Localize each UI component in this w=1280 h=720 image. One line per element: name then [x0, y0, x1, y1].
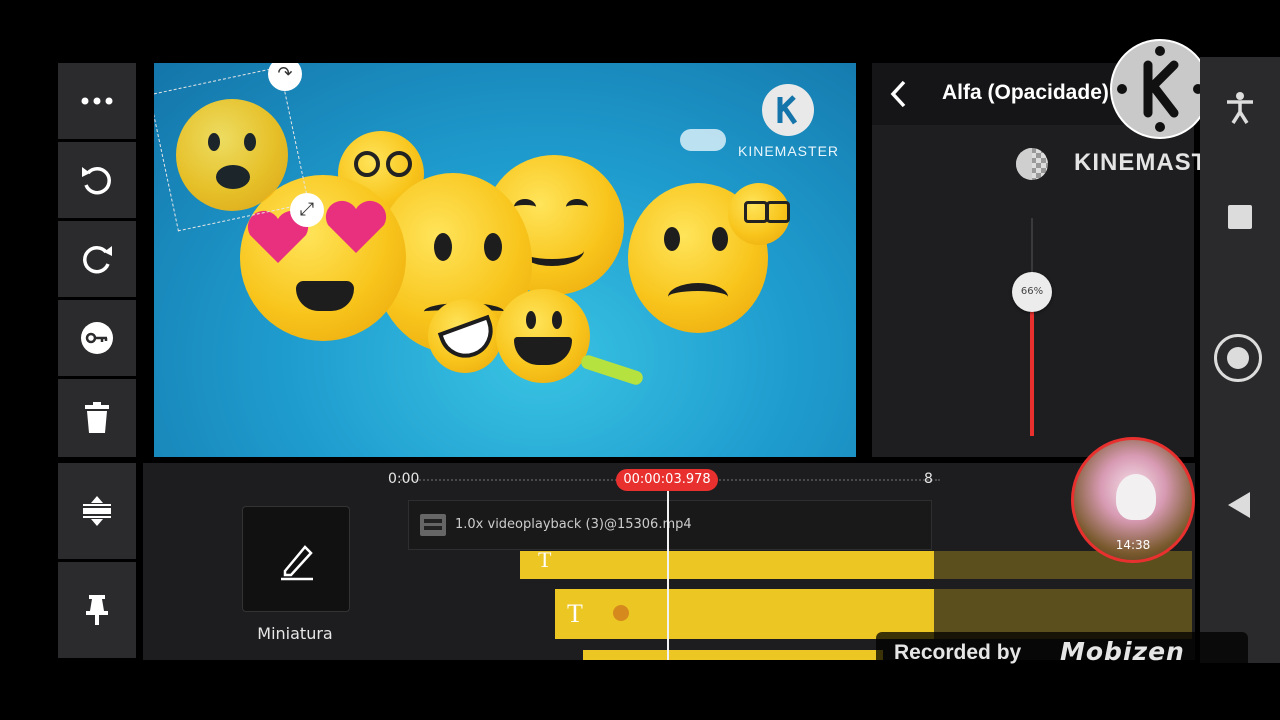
redo-button[interactable] [58, 221, 136, 297]
trash-icon [85, 402, 109, 433]
pencil-icon [281, 545, 313, 581]
accessibility-button[interactable] [1222, 90, 1258, 126]
keyframe-button[interactable] [58, 300, 136, 376]
recorder-logo-icon [1110, 39, 1210, 139]
slider-fill [1030, 292, 1034, 436]
green-stripe-decoration [579, 353, 645, 387]
undo-icon [82, 166, 111, 195]
grinning-emoji-sticker[interactable] [496, 289, 590, 383]
nerd-emoji-sticker[interactable] [728, 183, 790, 245]
slider-knob[interactable]: 66% [1012, 272, 1052, 313]
back-button[interactable] [884, 74, 916, 114]
keyframe-key-icon [81, 322, 113, 354]
kinemaster-watermark: KINEMASTER [738, 83, 838, 163]
recorded-by-watermark: Recorded by Mobizen [876, 632, 1248, 674]
thumbnail-button[interactable] [242, 506, 350, 612]
kinemaster-logo-icon [762, 84, 814, 136]
text-layer-glyph: T [538, 547, 552, 572]
opacity-icon [1016, 148, 1048, 180]
home-button[interactable] [1214, 334, 1262, 382]
cloud-decoration [680, 129, 726, 151]
undo-button[interactable] [58, 142, 136, 218]
video-preview[interactable]: KINEMASTER ↷ ⤢ [154, 63, 856, 457]
more-icon [81, 97, 113, 105]
playhead-line[interactable] [667, 488, 669, 660]
start-time: 0:00 [388, 471, 420, 487]
bubble-time: 14:38 [1115, 538, 1151, 552]
thumbnail-label: Miniatura [257, 624, 333, 643]
laughing-emoji-sticker[interactable] [428, 299, 502, 373]
adjust-tracks-button[interactable] [58, 463, 136, 559]
slider-value-label: 66% [1020, 286, 1044, 298]
adjust-tracks-icon [83, 496, 111, 526]
delete-button[interactable] [58, 379, 136, 457]
text-layer-glyph: T [567, 599, 583, 628]
text-layer-track[interactable]: T [520, 547, 934, 579]
accessibility-icon [1227, 92, 1253, 124]
watermark-text: KINEMASTER [738, 143, 840, 159]
recent-apps-button[interactable] [1228, 205, 1252, 229]
recorder-brand-text: Mobizen [1060, 637, 1185, 666]
panel-title: Alfa (Opacidade) [942, 81, 1109, 104]
emoji-layer-icon [613, 605, 629, 621]
home-circle-icon [1227, 347, 1249, 369]
text-layer-track[interactable] [583, 650, 883, 660]
video-clip-icon [420, 514, 446, 536]
rotate-handle-icon[interactable]: ↷ [268, 63, 302, 91]
clip-label: 1.0x videoplayback (3)@15306.mp4 [455, 517, 692, 532]
pin-icon [86, 595, 108, 625]
opacity-slider[interactable]: 66% [1010, 218, 1054, 436]
recorded-by-text: Recorded by [894, 641, 1022, 664]
resize-handle-icon[interactable]: ⤢ [290, 193, 324, 227]
selection-frame[interactable] [154, 66, 310, 232]
cat-character-avatar [1116, 474, 1156, 520]
pin-button[interactable] [58, 562, 136, 658]
more-button[interactable] [58, 63, 136, 139]
recorder-bubble[interactable]: 14:38 [1071, 437, 1195, 563]
redo-icon [83, 245, 112, 274]
video-clip[interactable]: 1.0x videoplayback (3)@15306.mp4 [408, 500, 932, 550]
triangle-back-icon [1228, 492, 1250, 518]
playhead-time: 00:00:03.978 [616, 469, 718, 491]
end-time: 8 [924, 471, 933, 487]
back-nav-button[interactable] [1226, 490, 1252, 520]
back-arrow-icon [890, 80, 906, 108]
text-layer-track[interactable]: T [555, 589, 934, 639]
